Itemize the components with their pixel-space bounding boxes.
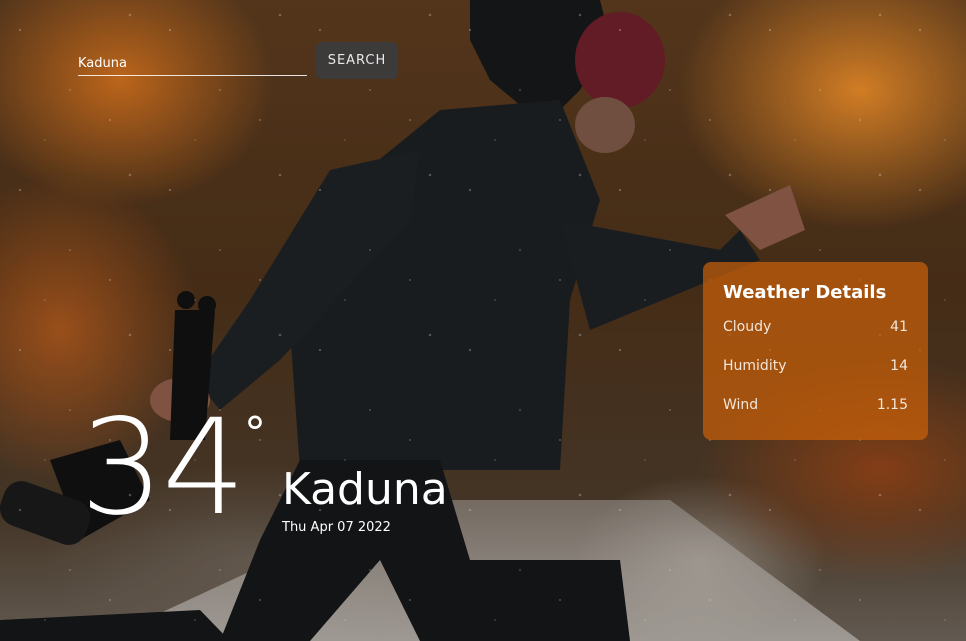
search-bar: SEARCH bbox=[78, 42, 398, 79]
detail-row-humidity: Humidity 14 bbox=[723, 358, 908, 397]
detail-value: 14 bbox=[890, 358, 908, 374]
detail-label: Wind bbox=[723, 397, 759, 413]
city-name: Kaduna bbox=[282, 464, 448, 515]
current-date: Thu Apr 07 2022 bbox=[282, 520, 391, 535]
degree-symbol: ° bbox=[244, 408, 266, 459]
detail-label: Cloudy bbox=[723, 319, 772, 335]
detail-row-wind: Wind 1.15 bbox=[723, 397, 908, 436]
temperature-value: 34 bbox=[80, 391, 246, 545]
weather-details-title: Weather Details bbox=[723, 282, 887, 303]
search-button[interactable]: SEARCH bbox=[316, 42, 398, 79]
search-input[interactable] bbox=[78, 45, 307, 76]
detail-value: 41 bbox=[890, 319, 908, 335]
detail-row-cloudy: Cloudy 41 bbox=[723, 319, 908, 358]
detail-value: 1.15 bbox=[876, 397, 908, 413]
weather-details-panel: Weather Details Cloudy 41 Humidity 14 Wi… bbox=[703, 262, 928, 440]
detail-label: Humidity bbox=[723, 358, 787, 374]
